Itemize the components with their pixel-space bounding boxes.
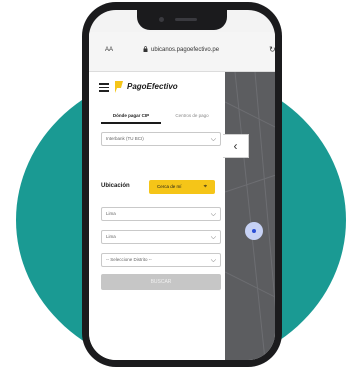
reload-icon[interactable]: ↻ xyxy=(269,45,275,54)
department-select[interactable]: Lima ⌵ xyxy=(101,207,221,221)
search-button[interactable]: BUSCAR xyxy=(101,274,221,290)
bank-select-value: Interbank (TU BCI) xyxy=(106,136,144,141)
text-size-button[interactable]: AA xyxy=(105,47,113,53)
url-text[interactable]: ubicanos.pagoefectivo.pe xyxy=(151,47,219,53)
current-location-pin[interactable] xyxy=(245,222,263,240)
department-select-value: Lima xyxy=(106,211,116,216)
province-select-value: Lima xyxy=(106,234,116,239)
near-me-button[interactable]: Cerca de mí ⌖ xyxy=(149,180,215,194)
location-label: Ubicación xyxy=(101,183,130,189)
district-select-value: -- Seleccione Distrito -- xyxy=(106,257,152,262)
lock-icon xyxy=(143,46,148,52)
tab-donde-pagar[interactable]: Dónde pagar CIP xyxy=(101,108,161,124)
province-select[interactable]: Lima ⌵ xyxy=(101,230,221,244)
phone-notch xyxy=(137,10,227,30)
bank-select[interactable]: Interbank (TU BCI) ⌵ xyxy=(101,132,221,146)
location-row: Ubicación Cerca de mí ⌖ xyxy=(101,180,225,196)
chevron-left-icon: ‹ xyxy=(233,139,238,153)
pagoefectivo-logo-icon xyxy=(115,81,123,93)
chevron-down-icon: ⌵ xyxy=(210,211,216,218)
browser-url-bar[interactable]: AA ubicanos.pagoefectivo.pe ↻ xyxy=(89,32,275,72)
collapse-panel-button[interactable]: ‹ xyxy=(223,134,249,158)
tab-bar: Dónde pagar CIP Centros de pago xyxy=(89,108,225,124)
speaker-icon xyxy=(175,18,197,21)
map-roads xyxy=(225,72,275,360)
phone-screen: AA ubicanos.pagoefectivo.pe ↻ PagoEfecti… xyxy=(89,10,275,360)
app-header: PagoEfectivo xyxy=(89,72,225,102)
map-view[interactable] xyxy=(225,72,275,360)
chevron-down-icon: ⌵ xyxy=(210,257,216,264)
camera-icon xyxy=(159,17,164,22)
brand-name: PagoEfectivo xyxy=(127,82,178,91)
search-panel: PagoEfectivo Dónde pagar CIP Centros de … xyxy=(89,72,225,360)
district-select[interactable]: -- Seleccione Distrito -- ⌵ xyxy=(101,253,221,267)
locate-icon: ⌖ xyxy=(203,184,207,190)
hamburger-menu-icon[interactable] xyxy=(99,83,109,92)
chevron-down-icon: ⌵ xyxy=(210,234,216,241)
tab-centros-de-pago[interactable]: Centros de pago xyxy=(163,108,221,124)
chevron-down-icon: ⌵ xyxy=(210,136,216,143)
near-me-label: Cerca de mí xyxy=(157,184,182,189)
